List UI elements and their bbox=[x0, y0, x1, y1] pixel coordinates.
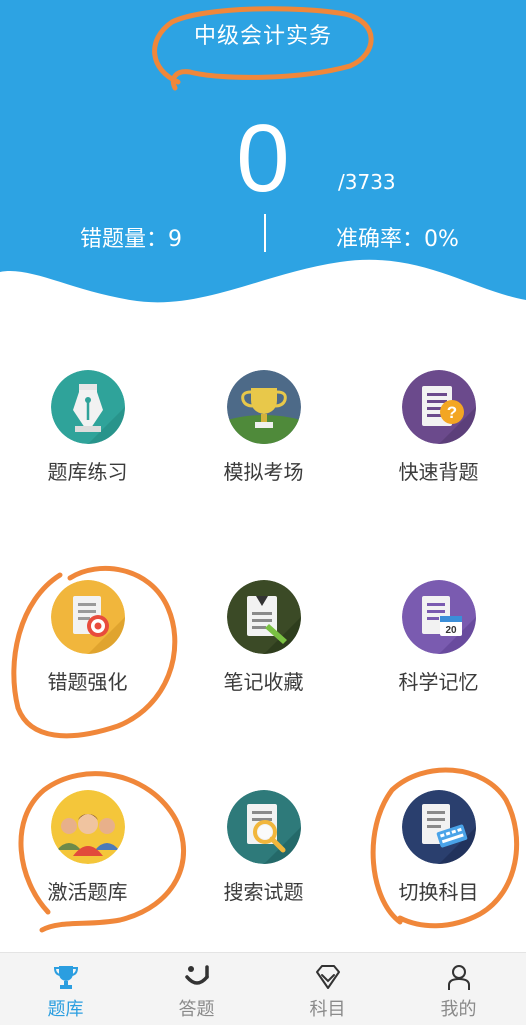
keyboard-document-icon bbox=[401, 790, 476, 864]
tab-subjects[interactable]: 科目 bbox=[262, 953, 393, 1025]
people-icon bbox=[50, 790, 125, 864]
menu-item-label: 题库练习 bbox=[47, 460, 128, 484]
trophy-icon bbox=[52, 963, 80, 991]
menu-item-scientific-memory[interactable]: 20 科学记忆 bbox=[351, 580, 526, 730]
tab-question-bank[interactable]: 题库 bbox=[0, 953, 131, 1025]
stats-header: 中级会计实务 0 /3733 错题量：9 准确率：0% bbox=[0, 0, 526, 320]
menu-item-practice[interactable]: 题库练习 bbox=[0, 370, 175, 520]
menu-item-label: 错题强化 bbox=[47, 670, 128, 694]
wrong-count-stat[interactable]: 错题量：9 bbox=[80, 221, 182, 253]
trophy-icon bbox=[226, 370, 301, 444]
menu-item-notes-favorites[interactable]: 笔记收藏 bbox=[176, 580, 351, 730]
menu-item-search-questions[interactable]: 搜索试题 bbox=[176, 790, 351, 940]
menu-item-label: 笔记收藏 bbox=[223, 670, 304, 694]
pen-nib-icon bbox=[50, 370, 125, 444]
menu-item-label: 模拟考场 bbox=[223, 460, 304, 484]
question-document-icon: ? bbox=[401, 370, 476, 444]
menu-item-mock-exam[interactable]: 模拟考场 bbox=[176, 370, 351, 520]
bottom-tab-bar: 题库 答题 科目 我的 bbox=[0, 952, 526, 1025]
tab-label: 科目 bbox=[309, 999, 346, 1020]
menu-item-wrong-review[interactable]: 错题强化 bbox=[0, 580, 175, 730]
svg-text:?: ? bbox=[446, 403, 456, 422]
stat-divider bbox=[264, 214, 266, 252]
menu-item-label: 搜索试题 bbox=[223, 880, 304, 904]
calendar-document-icon: 20 bbox=[401, 580, 476, 654]
target-document-icon bbox=[50, 580, 125, 654]
menu-item-label: 科学记忆 bbox=[398, 670, 479, 694]
diamond-icon bbox=[314, 963, 342, 991]
svg-text:20: 20 bbox=[445, 625, 457, 636]
total-count: /3733 bbox=[338, 170, 396, 194]
menu-item-switch-subject[interactable]: 切换科目 bbox=[351, 790, 526, 940]
menu-item-activate-bank[interactable]: 激活题库 bbox=[0, 790, 175, 940]
menu-item-quick-review[interactable]: ? 快速背题 bbox=[351, 370, 526, 520]
pencil-document-icon bbox=[226, 580, 301, 654]
tab-profile[interactable]: 我的 bbox=[393, 953, 524, 1025]
magnifier-document-icon bbox=[226, 790, 301, 864]
answer-icon bbox=[183, 963, 211, 991]
subject-title[interactable]: 中级会计实务 bbox=[0, 18, 526, 50]
tab-label: 题库 bbox=[47, 999, 84, 1020]
tab-answer[interactable]: 答题 bbox=[131, 953, 262, 1025]
menu-item-label: 切换科目 bbox=[398, 880, 479, 904]
menu-item-label: 激活题库 bbox=[47, 880, 128, 904]
person-icon bbox=[445, 963, 473, 991]
menu-item-label: 快速背题 bbox=[398, 460, 479, 484]
completed-count: 0 bbox=[236, 105, 290, 212]
tab-label: 我的 bbox=[440, 999, 477, 1020]
tab-label: 答题 bbox=[178, 999, 215, 1020]
accuracy-stat: 准确率：0% bbox=[336, 227, 459, 252]
